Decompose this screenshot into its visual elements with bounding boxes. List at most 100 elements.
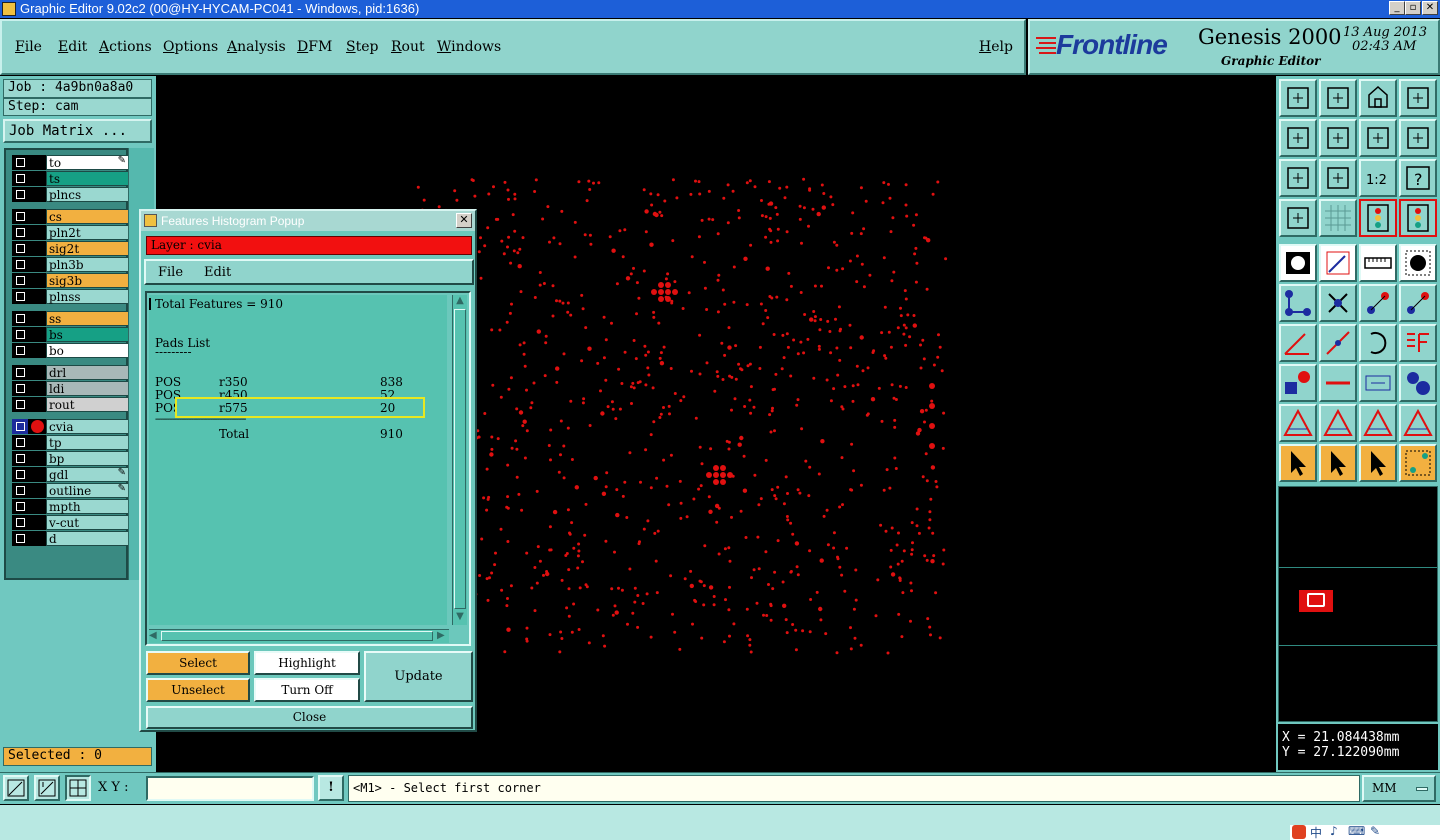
unselect-button[interactable]: Unselect (146, 678, 250, 702)
layer-row-plncs[interactable]: plncs (12, 187, 130, 202)
keyboard-icon[interactable]: ⌨ (1348, 824, 1365, 838)
layer-row-sig3b[interactable]: sig3b (12, 273, 130, 288)
menu-windows[interactable]: Windows (437, 39, 501, 55)
layer-checkbox[interactable] (12, 515, 28, 530)
layer-row-ss[interactable]: ss (12, 311, 130, 326)
frontline-icon[interactable] (1399, 324, 1437, 362)
connect-icon[interactable] (1279, 284, 1317, 322)
scroll-right-icon[interactable]: ▶ (437, 630, 449, 642)
cursor-select-icon[interactable] (1359, 444, 1397, 482)
layer-row-pln3b[interactable]: pln3b (12, 257, 130, 272)
layer-row-v-cut[interactable]: v-cut (12, 515, 130, 530)
vertical-scrollbar[interactable]: ▲ ▼ (452, 295, 467, 625)
zoom-fit-icon[interactable] (1279, 159, 1317, 197)
execute-icon[interactable]: ! (318, 775, 344, 801)
layer-checkbox[interactable] (12, 451, 28, 466)
menu-dfm[interactable]: DFM (297, 39, 332, 55)
layer-row-mpth[interactable]: mpth (12, 499, 130, 514)
home-up-icon[interactable] (1279, 79, 1317, 117)
layer-checkbox[interactable] (12, 435, 28, 450)
layer-checkbox[interactable] (12, 289, 28, 304)
settings-icon[interactable] (1279, 199, 1317, 237)
vertical-scroll-thumb[interactable] (454, 309, 466, 609)
layer-checkbox[interactable] (12, 483, 28, 498)
layer-checkbox[interactable] (12, 155, 28, 170)
layer-row-ldi[interactable]: ldi (12, 381, 130, 396)
scroll-up-icon[interactable]: ▲ (454, 295, 466, 309)
traffic-light-alt-icon[interactable] (1399, 199, 1437, 237)
select-button[interactable]: Select (146, 651, 250, 675)
layer-checkbox[interactable] (12, 531, 28, 546)
frame-icon[interactable] (1399, 79, 1437, 117)
layer-row-bo[interactable]: bo (12, 343, 130, 358)
triangle-up-icon[interactable] (1319, 404, 1357, 442)
horizontal-scroll-thumb[interactable] (161, 631, 433, 641)
layer-row-gdl[interactable]: gdl ✎ (12, 467, 130, 482)
route-icon[interactable] (1399, 119, 1437, 157)
view-window-indicator[interactable] (1307, 593, 1325, 607)
layer-row-bs[interactable]: bs (12, 327, 130, 342)
popup-menu-file[interactable]: File (158, 265, 183, 280)
job-matrix-button[interactable]: Job Matrix ... (3, 119, 152, 143)
node-icon[interactable] (1399, 444, 1437, 482)
overview-map[interactable] (1278, 486, 1438, 722)
layer-checkbox[interactable] (12, 241, 28, 256)
menu-rout[interactable]: Rout (391, 39, 425, 55)
minimize-button[interactable]: _ (1389, 1, 1405, 15)
pencil-icon[interactable] (1319, 244, 1357, 282)
horizontal-scrollbar[interactable]: ◀ ▶ (149, 629, 449, 643)
menu-file[interactable]: File (15, 39, 42, 55)
cross-icon[interactable] (1319, 284, 1357, 322)
layer-checkbox[interactable] (12, 381, 28, 396)
snap-point-icon[interactable] (1399, 244, 1437, 282)
right-arrow-icon[interactable] (1319, 119, 1357, 157)
snap-grid-icon[interactable] (65, 775, 91, 801)
zoom-center-icon[interactable] (1319, 159, 1357, 197)
layer-row-cvia[interactable]: cvia (12, 419, 130, 434)
move-point-icon[interactable] (1359, 284, 1397, 322)
pen-icon[interactable]: ✎ (1370, 824, 1380, 838)
move-vertex-icon[interactable] (1399, 284, 1437, 322)
close-button[interactable]: Close (146, 706, 473, 729)
units-dropdown[interactable]: MM (1362, 775, 1436, 802)
popup-close-icon[interactable]: ✕ (456, 213, 472, 228)
measure-box-icon[interactable] (1359, 364, 1397, 402)
grid-icon[interactable] (1319, 199, 1357, 237)
line-icon[interactable] (1319, 324, 1357, 362)
layer-checkbox[interactable] (12, 257, 28, 272)
triangle-a-icon[interactable] (1359, 404, 1397, 442)
menu-actions[interactable]: Actions (99, 39, 152, 55)
layer-checkbox[interactable] (12, 171, 28, 186)
menu-edit[interactable]: Edit (58, 39, 87, 55)
layer-checkbox[interactable] (12, 311, 28, 326)
step-down-icon[interactable] (1319, 79, 1357, 117)
layer-checkbox[interactable] (12, 397, 28, 412)
triangle-icon[interactable] (1279, 404, 1317, 442)
turn-off-button[interactable]: Turn Off (254, 678, 360, 702)
moon-icon[interactable]: ♪ (1330, 824, 1338, 838)
left-arrow-icon[interactable] (1279, 119, 1317, 157)
cursor-icon[interactable] (1279, 444, 1317, 482)
layer-checkbox[interactable] (12, 419, 28, 434)
pad-icon[interactable] (1279, 364, 1317, 402)
menu-help[interactable]: Help (979, 39, 1013, 55)
cursor-box-icon[interactable] (1319, 444, 1357, 482)
circles-icon[interactable] (1399, 364, 1437, 402)
menu-options[interactable]: Options (163, 39, 218, 55)
layer-row-plnss[interactable]: plnss (12, 289, 130, 304)
ruler-icon[interactable] (1359, 244, 1397, 282)
layer-row-cs[interactable]: cs (12, 209, 130, 224)
angle-icon[interactable] (1279, 324, 1317, 362)
scroll-left-icon[interactable]: ◀ (149, 630, 161, 642)
layer-checkbox[interactable] (12, 225, 28, 240)
maximize-button[interactable]: ▫ (1405, 1, 1421, 15)
layer-checkbox[interactable] (12, 499, 28, 514)
layer-checkbox[interactable] (12, 273, 28, 288)
layer-checkbox[interactable] (12, 187, 28, 202)
layer-row-bp[interactable]: bp (12, 451, 130, 466)
highlight-button[interactable]: Highlight (254, 651, 360, 675)
triangle-mark-icon[interactable] (1399, 404, 1437, 442)
scale-1-2-icon[interactable]: 1:2 (1359, 159, 1397, 197)
ime-logo-icon[interactable] (1292, 825, 1306, 839)
menu-analysis[interactable]: Analysis (227, 39, 286, 55)
